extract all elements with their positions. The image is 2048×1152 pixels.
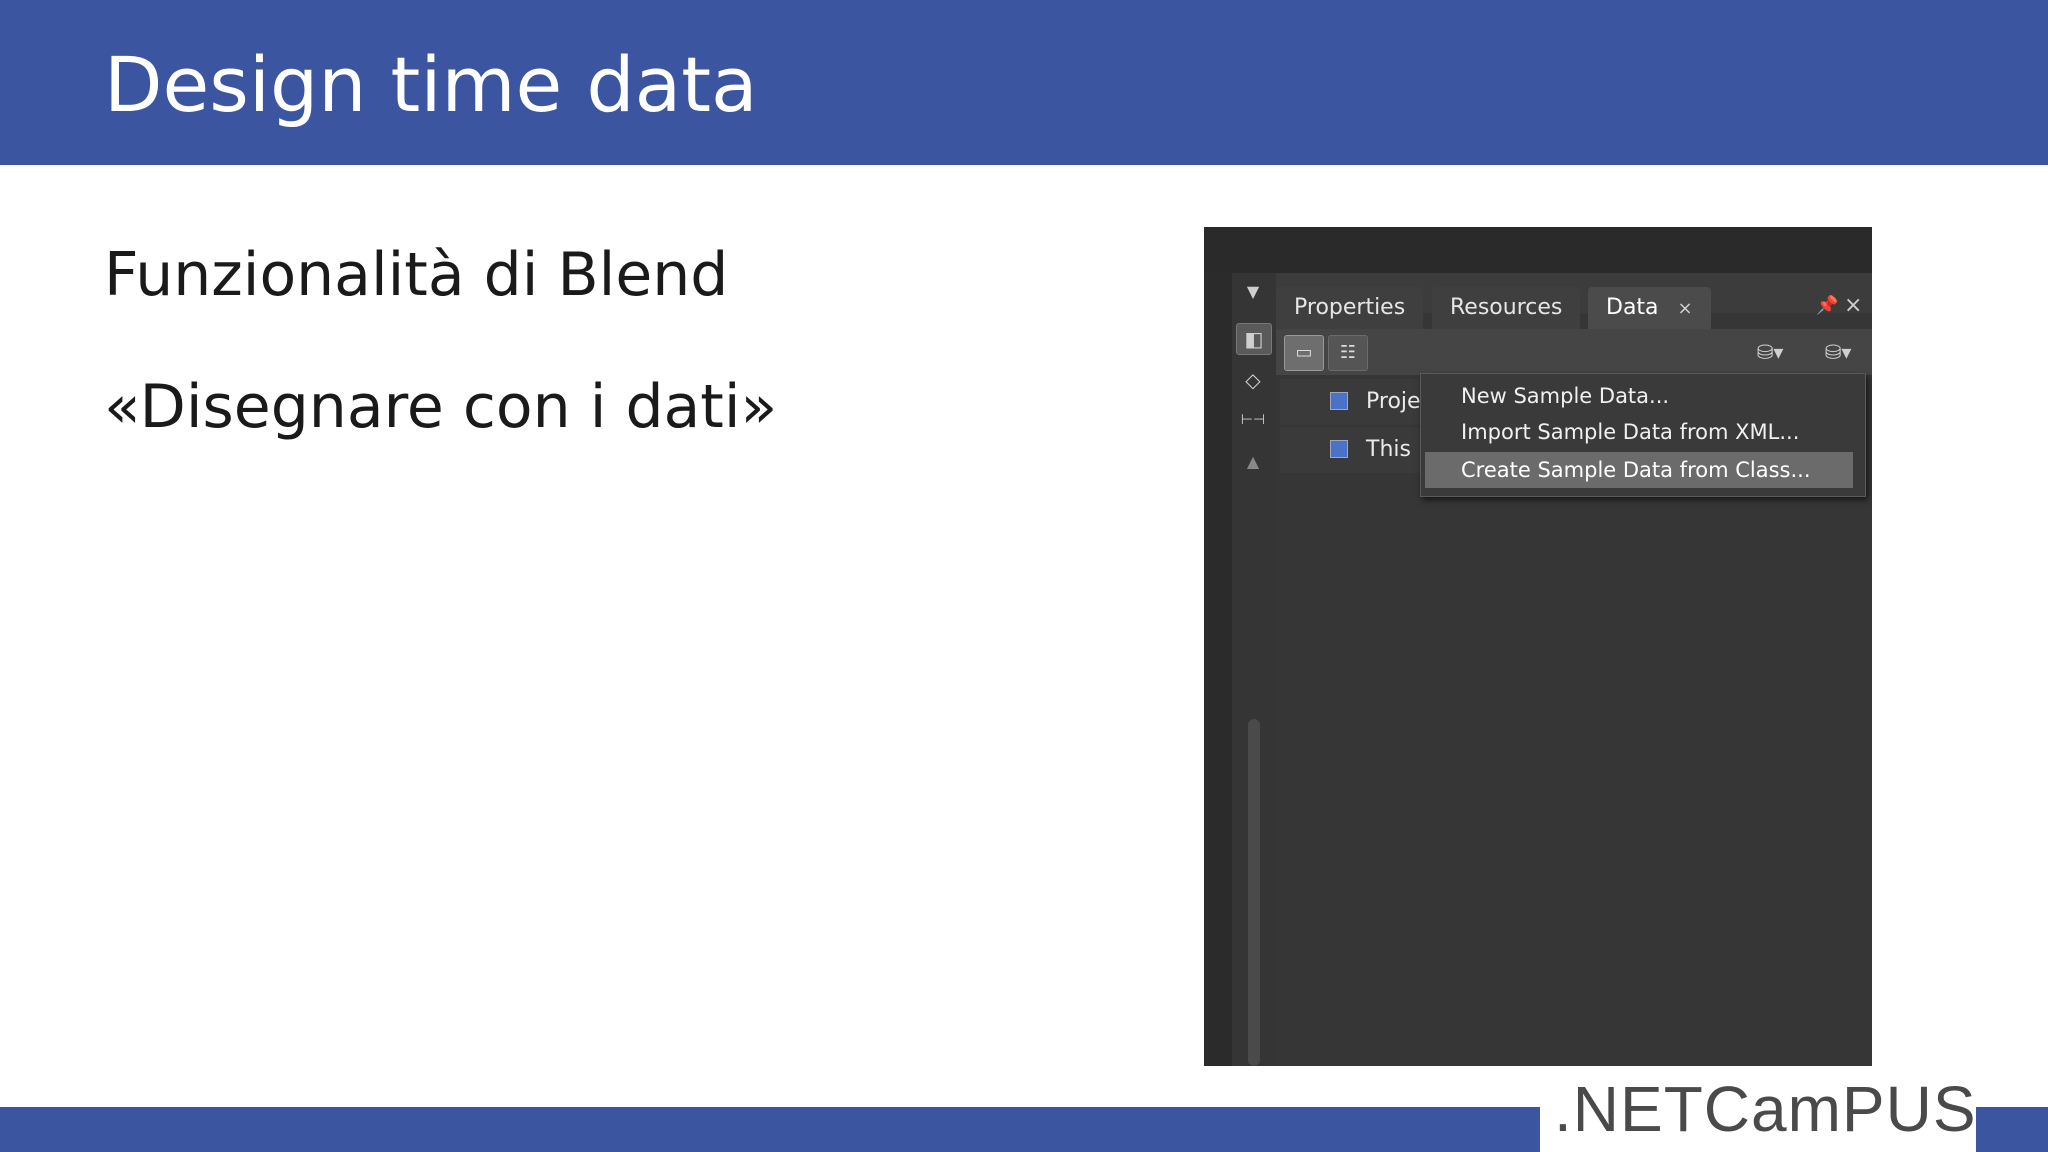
slide-title: Design time data: [104, 40, 758, 129]
panel-close-icon[interactable]: ×: [1844, 293, 1862, 318]
tab-label: Properties: [1294, 295, 1406, 320]
sample-data-menu: New Sample Data... Import Sample Data fr…: [1420, 373, 1866, 497]
list-item[interactable]: This: [1280, 427, 1420, 473]
assets-icon[interactable]: ◧: [1236, 323, 1272, 355]
tab-label: Data: [1606, 295, 1659, 320]
add-sample-data-icon[interactable]: ⛁▾: [1816, 337, 1860, 367]
screenshot-top-bar: [1204, 227, 1872, 273]
menu-item-import-xml[interactable]: Import Sample Data from XML...: [1425, 414, 1853, 450]
logo-area: .NETCamPUS: [1540, 1070, 1976, 1152]
tab-data[interactable]: Data ×: [1588, 287, 1711, 329]
list-view-icon[interactable]: ▭: [1284, 335, 1324, 371]
menu-item-create-from-class[interactable]: Create Sample Data from Class...: [1425, 452, 1853, 488]
netcampus-logo: .NETCamPUS: [1554, 1073, 1977, 1145]
data-source-icon: [1330, 440, 1348, 458]
bullet-2: «Disegnare con i dati»: [104, 372, 778, 442]
tab-close-icon[interactable]: ×: [1678, 298, 1693, 319]
triangle-up-icon[interactable]: ▲: [1236, 447, 1270, 477]
tab-properties[interactable]: Properties: [1276, 287, 1424, 329]
tab-label: Resources: [1450, 295, 1563, 320]
menu-item-new-sample-data[interactable]: New Sample Data...: [1425, 378, 1853, 414]
data-source-icon: [1330, 392, 1348, 410]
layout-icon[interactable]: ⊢⊣: [1236, 405, 1270, 435]
rail-scrollbar[interactable]: [1248, 719, 1260, 1066]
blend-screenshot: ▼ ◧ ◇ ⊢⊣ ▲ Properties Resources Data × 📌…: [1204, 227, 1872, 1066]
pin-icon[interactable]: 📌: [1816, 295, 1838, 316]
list-item-label: This: [1366, 437, 1411, 462]
bullet-1: Funzionalità di Blend: [104, 240, 729, 310]
detail-view-icon[interactable]: ☷: [1328, 335, 1368, 371]
tab-resources[interactable]: Resources: [1432, 287, 1581, 329]
list-item-label: Proje: [1366, 389, 1420, 414]
code-icon[interactable]: ◇: [1236, 365, 1270, 395]
list-item[interactable]: Proje: [1280, 379, 1420, 425]
slide-header: Design time data: [0, 0, 2048, 165]
add-datasource-icon[interactable]: ⛁▾: [1748, 337, 1792, 367]
collapse-arrow-icon[interactable]: ▼: [1236, 277, 1270, 307]
